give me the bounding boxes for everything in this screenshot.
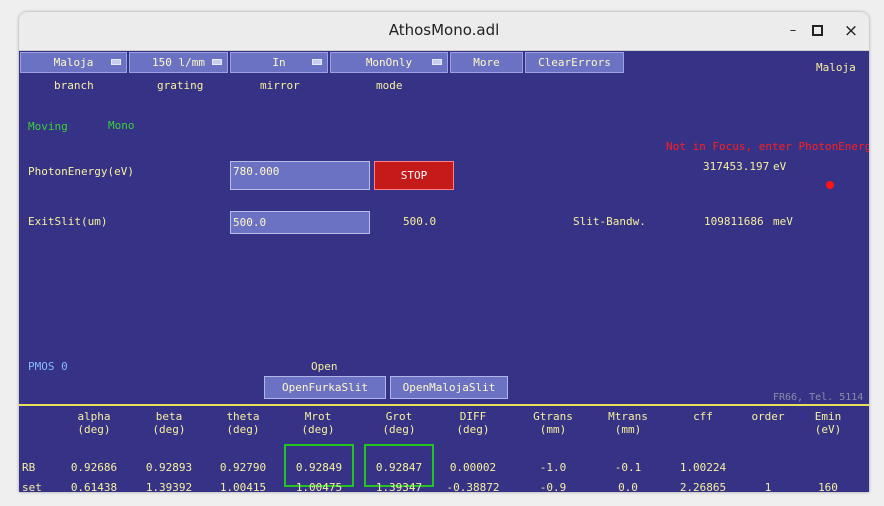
slit-bandwidth-unit: meV: [773, 215, 793, 228]
row-label-rb: RB: [22, 461, 36, 474]
footer-contact: FR66, Tel. 5114: [773, 392, 864, 403]
separator-line: [19, 404, 869, 406]
set-theta: 1.00415: [219, 481, 267, 492]
mirror-caption: mirror: [260, 79, 300, 92]
branch-menu[interactable]: Maloja: [20, 52, 127, 73]
col-beta: beta (deg): [152, 410, 186, 436]
close-icon[interactable]: ×: [840, 20, 862, 42]
mirror-menu-label: In: [272, 56, 286, 69]
photon-energy-label: PhotonEnergy(eV): [28, 165, 134, 178]
row-label-set: set: [22, 481, 42, 492]
dropdown-icon: [111, 59, 121, 65]
dropdown-icon: [432, 59, 442, 65]
col-mrot: Mrot (deg): [301, 410, 335, 436]
rb-alpha: 0.92686: [70, 461, 118, 474]
col-mtrans: Mtrans (mm): [608, 410, 648, 436]
mode-menu[interactable]: MonOnly: [330, 52, 448, 73]
photon-readback-unit: eV: [773, 160, 787, 173]
set-gtrans: -0.9: [539, 481, 567, 492]
set-emin: 160: [818, 481, 838, 492]
rb-gtrans: -1.0: [539, 461, 567, 474]
stop-button[interactable]: STOP: [374, 161, 454, 190]
pmos-status: PMOS 0: [28, 360, 68, 373]
medm-panel: Maloja 150 l/mm In MonOnly More ClearErr…: [19, 51, 869, 492]
rb-cff: 1.00224: [679, 461, 727, 474]
rb-mtrans: -0.1: [614, 461, 642, 474]
open-label: Open: [311, 360, 338, 373]
rb-mrot: 0.92849: [295, 461, 343, 474]
col-gtrans: Gtrans (mm): [533, 410, 573, 436]
alarm-indicator: [826, 181, 834, 189]
col-grot: Grot (deg): [382, 410, 416, 436]
rb-beta: 0.92893: [145, 461, 193, 474]
slit-bandwidth-value: 109811686: [704, 215, 764, 228]
mono-status: Mono: [108, 119, 135, 132]
exit-slit-input[interactable]: 500.0: [230, 211, 370, 234]
mode-menu-label: MonOnly: [365, 56, 413, 69]
set-mrot: 1.00475: [295, 481, 343, 492]
col-emin: Emin (eV): [814, 410, 842, 436]
rb-diff: 0.00002: [449, 461, 497, 474]
clear-errors-button[interactable]: ClearErrors: [525, 52, 624, 73]
col-diff: DIFF (deg): [456, 410, 490, 436]
set-diff: -0.38872: [446, 481, 500, 492]
app-window: AthosMono.adl – × Maloja 150 l/mm In Mon…: [19, 12, 869, 492]
open-maloja-slit-button[interactable]: OpenMalojaSlit: [390, 376, 508, 399]
rb-theta: 0.92790: [219, 461, 267, 474]
exit-slit-readback: 500.0: [403, 215, 437, 228]
branch-display: Maloja: [816, 61, 856, 74]
maximize-icon[interactable]: [806, 20, 828, 42]
branch-menu-label: Maloja: [53, 56, 94, 69]
set-alpha: 0.61438: [70, 481, 118, 492]
photon-readback: 317453.197: [703, 160, 770, 173]
title-bar: AthosMono.adl – ×: [19, 12, 869, 51]
col-theta: theta (deg): [226, 410, 260, 436]
dropdown-icon: [312, 59, 322, 65]
photon-energy-input[interactable]: 780.000: [230, 161, 370, 190]
open-furka-slit-button[interactable]: OpenFurkaSlit: [264, 376, 386, 399]
mirror-menu[interactable]: In: [230, 52, 328, 73]
set-beta: 1.39392: [145, 481, 193, 492]
col-alpha: alpha (deg): [77, 410, 111, 436]
branch-caption: branch: [54, 79, 94, 92]
moving-status: Moving: [28, 120, 68, 133]
window-title: AthosMono.adl: [388, 21, 500, 39]
minimize-icon[interactable]: –: [782, 20, 804, 42]
set-grot: 1.39347: [375, 481, 423, 492]
focus-warning: Not in Focus, enter PhotonEnergy: [666, 140, 869, 153]
mode-caption: mode: [376, 79, 403, 92]
exit-slit-label: ExitSlit(um): [28, 215, 108, 228]
more-button[interactable]: More: [450, 52, 523, 73]
dropdown-icon: [212, 59, 222, 65]
grating-caption: grating: [157, 79, 204, 92]
grating-menu-label: 150 l/mm: [152, 56, 205, 69]
slit-bandwidth-label: Slit-Bandw.: [573, 215, 646, 228]
grating-menu[interactable]: 150 l/mm: [129, 52, 228, 73]
set-mtrans: 0.0: [618, 481, 638, 492]
rb-grot: 0.92847: [375, 461, 423, 474]
